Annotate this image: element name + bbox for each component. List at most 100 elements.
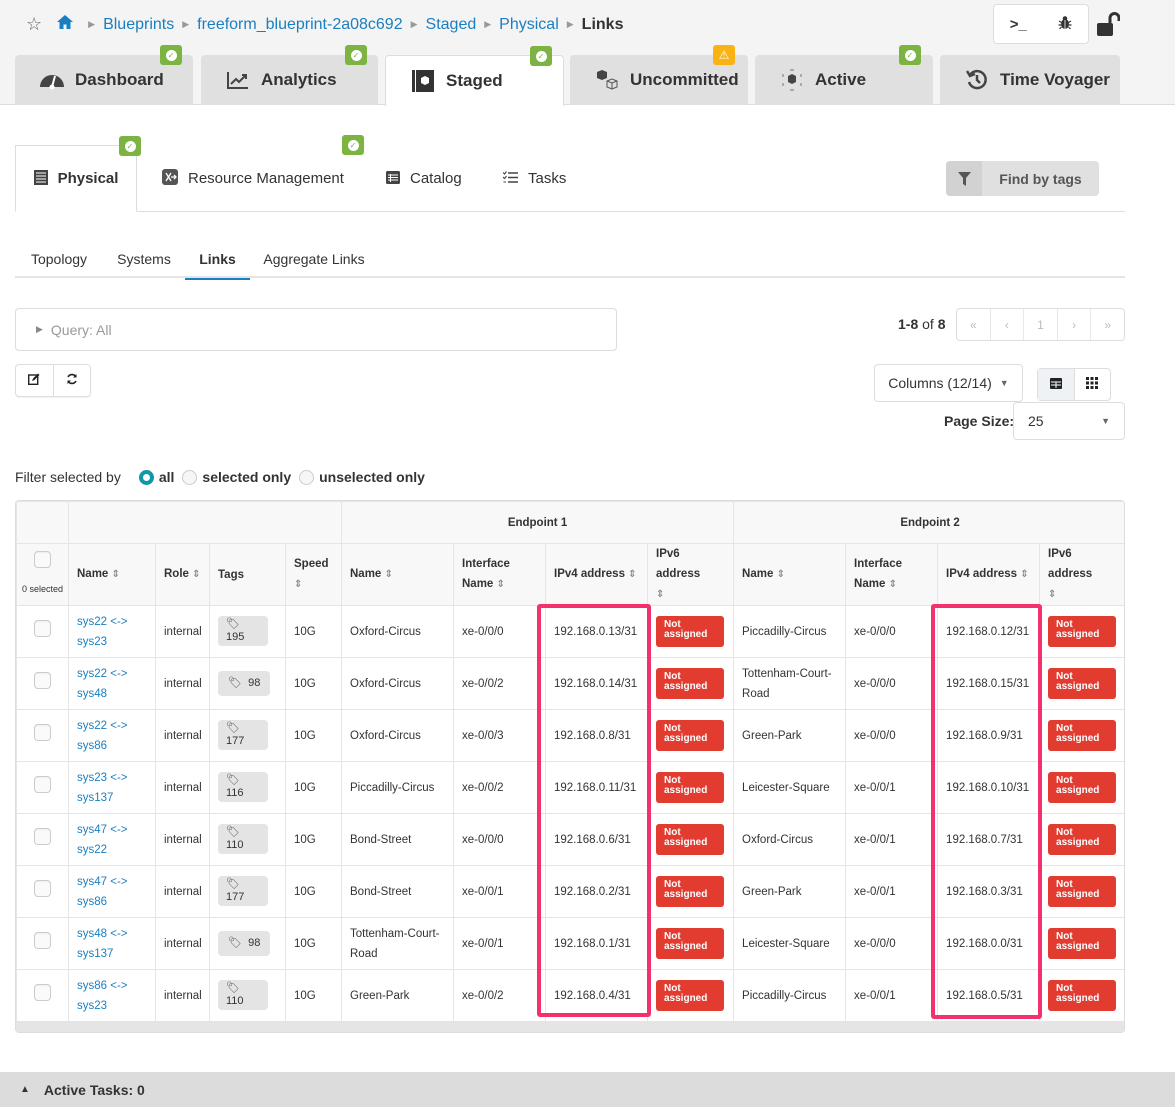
columns-dropdown[interactable]: Columns (12/14) ▼ [874, 364, 1023, 402]
tags-pill[interactable]: 🏷︎ 195 [218, 616, 268, 646]
subtab-resource-management[interactable]: Resource Management ✓ [162, 135, 364, 212]
header-name[interactable]: Name ⇕ [68, 543, 156, 606]
home-icon[interactable] [56, 14, 74, 35]
header-ep1-name[interactable]: Name ⇕ [341, 543, 454, 606]
row-checkbox[interactable] [34, 723, 51, 741]
tab-analytics[interactable]: Analytics ✓ [201, 45, 378, 105]
header-ep1-ipv6[interactable]: IPv6 address ⇕ [646, 543, 735, 606]
prev-page-button[interactable]: ‹ [991, 309, 1025, 340]
link-name[interactable]: sys23 <-> sys137 [77, 772, 128, 804]
cli-terminal-icon[interactable]: >_ [1010, 16, 1027, 33]
link-name[interactable]: sys22 <-> sys48 [77, 668, 128, 700]
sort-icon[interactable]: ⇕ [628, 569, 636, 580]
ep1-name-cell: Oxford-Circus [341, 605, 454, 658]
tab-active[interactable]: Active ✓ [755, 45, 933, 105]
row-checkbox[interactable] [34, 931, 51, 949]
filter-funnel-icon [946, 161, 982, 196]
radio-selected-only[interactable] [182, 469, 198, 485]
select-all-checkbox[interactable] [34, 550, 51, 568]
radio-unselected-only-label[interactable]: unselected only [319, 469, 425, 485]
next-page-button[interactable]: › [1058, 309, 1092, 340]
link-name[interactable]: sys86 <-> sys23 [77, 980, 128, 1012]
header-ep2-interface[interactable]: Interface Name ⇕ [845, 543, 939, 606]
edit-query-button[interactable] [16, 365, 54, 396]
header-speed[interactable]: Speed ⇕ [285, 543, 342, 606]
link-name[interactable]: sys47 <-> sys86 [77, 876, 128, 908]
tab-uncommitted[interactable]: Uncommitted ⚠ [570, 45, 748, 105]
ep2-ipv4-cell: 192.168.0.3/31 [937, 865, 1041, 918]
tags-pill[interactable]: 🏷︎ 116 [218, 772, 268, 802]
sort-icon[interactable]: ⇕ [192, 569, 200, 580]
horizontal-scrollbar[interactable] [16, 1022, 1124, 1032]
unlocked-lock-icon[interactable] [1096, 12, 1121, 38]
row-checkbox[interactable] [34, 827, 51, 845]
subtab-physical[interactable]: Physical ✓ [15, 136, 141, 212]
page-size-select[interactable]: 25 ▼ [1013, 402, 1125, 440]
tags-pill[interactable]: 🏷︎ 110 [218, 824, 268, 854]
ep1-ipv6-cell: Not assigned [646, 657, 735, 710]
header-role[interactable]: Role ⇕ [155, 543, 210, 606]
link-name[interactable]: sys22 <-> sys23 [77, 616, 128, 648]
header-ep2-ipv4[interactable]: IPv4 address ⇕ [937, 543, 1041, 606]
tags-pill[interactable]: 🏷︎ 98 [218, 931, 271, 956]
breadcrumb-staged[interactable]: Staged [426, 16, 477, 34]
header-ep1-ipv4[interactable]: IPv4 address ⇕ [545, 543, 648, 606]
radio-all-label[interactable]: all [159, 469, 175, 485]
sort-icon[interactable]: ⇕ [294, 579, 302, 590]
check-icon: ✓ [904, 49, 916, 61]
link-name[interactable]: sys22 <-> sys86 [77, 720, 128, 752]
radio-all[interactable] [138, 469, 154, 485]
refresh-button[interactable] [54, 365, 91, 396]
row-checkbox[interactable] [34, 983, 51, 1001]
tab-topology[interactable]: Topology [15, 240, 103, 278]
favorite-star-icon[interactable]: ☆ [26, 14, 42, 35]
row-checkbox[interactable] [34, 619, 51, 637]
tags-pill[interactable]: 🏷︎ 177 [218, 720, 268, 750]
link-name[interactable]: sys48 <-> sys137 [77, 928, 128, 960]
sort-icon[interactable]: ⇕ [385, 569, 393, 580]
sort-icon[interactable]: ⇕ [112, 569, 120, 580]
tag-icon: 🏷︎ [226, 722, 240, 734]
row-checkbox[interactable] [34, 879, 51, 897]
radio-selected-only-label[interactable]: selected only [202, 469, 291, 485]
header-ep2-ipv6[interactable]: IPv6 address ⇕ [1039, 543, 1124, 606]
sort-icon[interactable]: ⇕ [777, 569, 785, 580]
tab-systems[interactable]: Systems [103, 240, 185, 278]
query-expander[interactable]: ▶ Query: All [15, 308, 617, 351]
table-view-button[interactable] [1038, 369, 1075, 400]
sort-icon[interactable]: ⇕ [1048, 589, 1056, 600]
sort-icon[interactable]: ⇕ [1020, 569, 1028, 580]
subtab-tasks[interactable]: Tasks [502, 145, 583, 212]
tab-time-voyager[interactable]: Time Voyager [940, 55, 1120, 105]
sort-icon[interactable]: ⇕ [656, 589, 664, 600]
tags-pill[interactable]: 🏷︎ 110 [218, 980, 268, 1010]
grid-view-button[interactable] [1075, 369, 1111, 400]
history-icon [964, 69, 990, 91]
row-checkbox[interactable] [34, 775, 51, 793]
sort-icon[interactable]: ⇕ [497, 579, 505, 590]
row-checkbox[interactable] [34, 671, 51, 689]
row-select-cell [16, 969, 69, 1022]
breadcrumb-physical[interactable]: Physical [499, 16, 559, 34]
breadcrumb-blueprint-name[interactable]: freeform_blueprint-2a08c692 [197, 16, 402, 34]
first-page-button[interactable]: « [957, 309, 991, 340]
tags-pill[interactable]: 🏷︎ 98 [218, 671, 271, 696]
caret-up-icon[interactable]: ▲ [20, 1084, 30, 1095]
tab-aggregate-links[interactable]: Aggregate Links [250, 240, 378, 278]
tab-staged[interactable]: Staged ✓ [385, 46, 564, 106]
debug-bug-icon[interactable] [1058, 15, 1072, 34]
tab-links[interactable]: Links [185, 240, 250, 280]
sort-icon[interactable]: ⇕ [889, 579, 897, 590]
radio-unselected-only[interactable] [299, 469, 315, 485]
link-name[interactable]: sys47 <-> sys22 [77, 824, 128, 856]
find-by-tags-button[interactable]: Find by tags [946, 161, 1099, 196]
tags-pill[interactable]: 🏷︎ 177 [218, 876, 268, 906]
active-tasks-bar[interactable]: ▲ Active Tasks: 0 [0, 1072, 1175, 1107]
page-1-button[interactable]: 1 [1024, 309, 1058, 340]
last-page-button[interactable]: » [1091, 309, 1124, 340]
breadcrumb-blueprints[interactable]: Blueprints [103, 16, 174, 34]
header-ep2-name[interactable]: Name ⇕ [733, 543, 847, 606]
subtab-catalog[interactable]: Catalog [386, 145, 476, 212]
tab-dashboard[interactable]: Dashboard ✓ [15, 45, 193, 105]
header-ep1-interface[interactable]: Interface Name ⇕ [453, 543, 546, 606]
